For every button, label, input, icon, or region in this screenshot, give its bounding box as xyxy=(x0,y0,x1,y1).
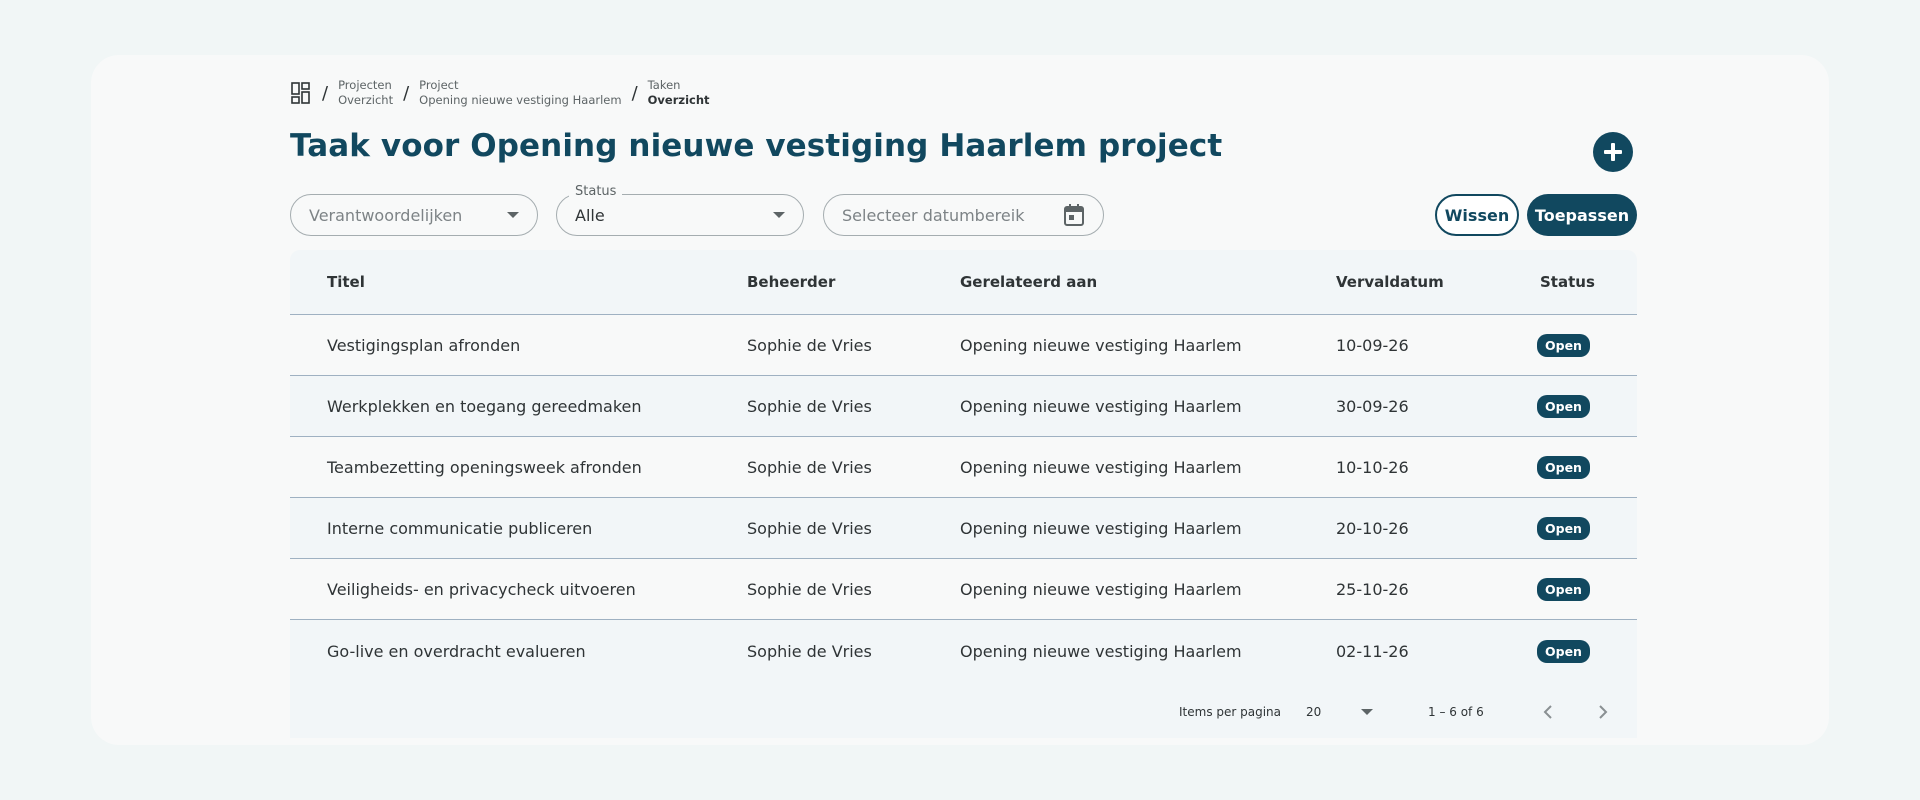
column-header-due-date[interactable]: Vervaldatum xyxy=(1336,273,1444,291)
table-row[interactable]: Werkplekken en toegang gereedmaken Sophi… xyxy=(290,376,1637,437)
owner-filter-select[interactable]: Verantwoordelijken xyxy=(290,194,538,236)
breadcrumb-label: Project xyxy=(419,78,459,92)
status-badge: Open xyxy=(1537,516,1590,540)
task-related: Opening nieuwe vestiging Haarlem xyxy=(960,579,1242,599)
task-owner: Sophie de Vries xyxy=(747,457,872,477)
breadcrumb-item-projects[interactable]: Projecten Overzicht xyxy=(338,78,393,108)
task-related: Opening nieuwe vestiging Haarlem xyxy=(960,457,1242,477)
calendar-icon[interactable] xyxy=(1063,203,1085,227)
task-due-date: 02-11-26 xyxy=(1336,641,1409,661)
status-badge: Open xyxy=(1537,394,1590,418)
task-title: Werkplekken en toegang gereedmaken xyxy=(327,396,642,416)
plus-icon xyxy=(1604,143,1622,161)
chevron-down-icon xyxy=(1361,709,1373,715)
task-due-date: 10-10-26 xyxy=(1336,457,1409,477)
task-owner: Sophie de Vries xyxy=(747,335,872,355)
breadcrumb-sublabel: Overzicht xyxy=(338,93,394,107)
task-title: Veiligheids- en privacycheck uitvoeren xyxy=(327,579,636,599)
breadcrumb-sublabel: Opening nieuwe vestiging Haarlem xyxy=(419,93,622,107)
table-row[interactable]: Teambezetting openingsweek afronden Soph… xyxy=(290,437,1637,498)
task-due-date: 25-10-26 xyxy=(1336,579,1409,599)
task-related: Opening nieuwe vestiging Haarlem xyxy=(960,335,1242,355)
task-due-date: 30-09-26 xyxy=(1336,396,1409,416)
previous-page-button[interactable] xyxy=(1536,700,1560,724)
breadcrumb-separator: / xyxy=(403,82,410,104)
status-filter-select[interactable]: Status Alle xyxy=(556,184,804,236)
task-owner: Sophie de Vries xyxy=(747,641,872,661)
table-header: Titel Beheerder Gerelateerd aan Vervalda… xyxy=(290,250,1637,315)
status-badge: Open xyxy=(1537,333,1590,357)
breadcrumb-separator: / xyxy=(322,82,329,104)
status-filter-label: Status xyxy=(569,184,623,199)
task-due-date: 10-09-26 xyxy=(1336,335,1409,355)
table-row[interactable]: Interne communicatie publiceren Sophie d… xyxy=(290,498,1637,559)
items-per-page-select[interactable]: 20 xyxy=(1306,705,1373,719)
table-row[interactable]: Vestigingsplan afronden Sophie de Vries … xyxy=(290,315,1637,376)
table-row[interactable]: Veiligheids- en privacycheck uitvoeren S… xyxy=(290,559,1637,620)
page-range: 1 – 6 of 6 xyxy=(1428,705,1484,719)
clear-button[interactable]: Wissen xyxy=(1435,194,1519,236)
column-header-owner[interactable]: Beheerder xyxy=(747,273,835,291)
owner-filter-placeholder: Verantwoordelijken xyxy=(309,205,463,225)
breadcrumb-separator: / xyxy=(631,82,638,104)
items-per-page-label: Items per pagina xyxy=(1179,705,1282,719)
task-owner: Sophie de Vries xyxy=(747,579,872,599)
task-title: Vestigingsplan afronden xyxy=(327,335,521,355)
column-header-title[interactable]: Titel xyxy=(327,273,365,291)
next-page-button[interactable] xyxy=(1591,700,1615,724)
pagination: Items per pagina 20 1 – 6 of 6 xyxy=(290,686,1637,738)
chevron-left-icon xyxy=(1543,705,1552,719)
task-title: Go-live en overdracht evalueren xyxy=(327,641,586,661)
breadcrumb-sublabel: Overzicht xyxy=(647,93,710,107)
breadcrumb-item-tasks: Taken Overzicht xyxy=(648,78,710,108)
add-task-button[interactable] xyxy=(1593,132,1633,172)
status-badge: Open xyxy=(1537,455,1590,479)
task-due-date: 20-10-26 xyxy=(1336,518,1409,538)
dashboard-icon[interactable] xyxy=(290,81,312,105)
tasks-table: Titel Beheerder Gerelateerd aan Vervalda… xyxy=(290,250,1637,738)
task-related: Opening nieuwe vestiging Haarlem xyxy=(960,641,1242,661)
table-row[interactable]: Go-live en overdracht evalueren Sophie d… xyxy=(290,620,1637,682)
status-badge: Open xyxy=(1537,639,1590,663)
chevron-right-icon xyxy=(1599,705,1608,719)
chevron-down-icon xyxy=(507,212,519,218)
breadcrumb-label: Taken xyxy=(647,78,681,92)
status-badge: Open xyxy=(1537,577,1590,601)
task-owner: Sophie de Vries xyxy=(747,396,872,416)
apply-button[interactable]: Toepassen xyxy=(1527,194,1637,236)
task-title: Teambezetting openingsweek afronden xyxy=(327,457,642,477)
task-title: Interne communicatie publiceren xyxy=(327,518,593,538)
task-related: Opening nieuwe vestiging Haarlem xyxy=(960,518,1242,538)
status-filter-value: Alle xyxy=(575,205,605,225)
date-range-input[interactable]: Selecteer datumbereik xyxy=(823,194,1104,236)
page-title: Taak voor Opening nieuwe vestiging Haarl… xyxy=(290,128,1223,164)
breadcrumb: / Projecten Overzicht / Project Opening … xyxy=(290,78,720,108)
date-range-placeholder: Selecteer datumbereik xyxy=(842,205,1025,225)
breadcrumb-item-project[interactable]: Project Opening nieuwe vestiging Haarlem xyxy=(419,78,621,108)
breadcrumb-label: Projecten xyxy=(338,78,392,92)
items-per-page-value: 20 xyxy=(1306,705,1322,719)
task-related: Opening nieuwe vestiging Haarlem xyxy=(960,396,1242,416)
column-header-related[interactable]: Gerelateerd aan xyxy=(960,273,1097,291)
task-owner: Sophie de Vries xyxy=(747,518,872,538)
column-header-status[interactable]: Status xyxy=(1540,273,1595,291)
chevron-down-icon xyxy=(773,212,785,218)
